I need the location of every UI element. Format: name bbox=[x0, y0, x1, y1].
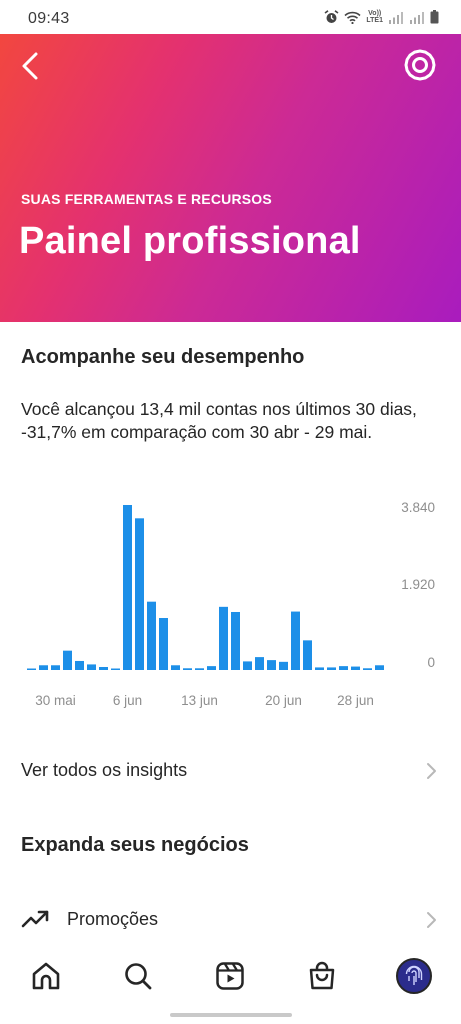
view-insights-link[interactable]: Ver todos os insights bbox=[0, 748, 461, 792]
shop-icon bbox=[309, 961, 335, 990]
trending-up-icon bbox=[21, 910, 49, 928]
chart-bar bbox=[87, 664, 96, 670]
chart-bar bbox=[243, 661, 252, 670]
chart-bar bbox=[63, 650, 72, 670]
nav-home-button[interactable] bbox=[26, 956, 66, 996]
chart-bar bbox=[27, 668, 36, 670]
promotions-link[interactable]: Promoções bbox=[0, 897, 461, 941]
chart-bar bbox=[327, 667, 336, 670]
chart-bar bbox=[99, 666, 108, 670]
reach-chart: 3.840 1.920 0 30 mai 6 jun 13 jun 20 jun 28 jun bbox=[27, 500, 435, 708]
chevron-right-icon bbox=[427, 912, 436, 928]
nav-reels-button[interactable] bbox=[210, 956, 250, 996]
chart-bar bbox=[255, 657, 264, 670]
chart-bar bbox=[123, 505, 132, 670]
chevron-left-icon bbox=[22, 52, 38, 80]
chart-bar bbox=[339, 666, 348, 670]
y-tick-label: 3.840 bbox=[401, 500, 435, 515]
chart-bar bbox=[51, 665, 60, 670]
reels-icon bbox=[216, 962, 244, 990]
volte-icon: Vo)) LTE1 bbox=[366, 10, 383, 24]
chart-bar bbox=[267, 660, 276, 670]
nav-profile-button[interactable] bbox=[394, 956, 434, 996]
business-title: Expanda seus negócios bbox=[21, 834, 249, 856]
chart-bar bbox=[279, 661, 288, 670]
status-time: 09:43 bbox=[28, 10, 70, 27]
chart-bar bbox=[375, 665, 384, 670]
x-tick-label: 13 jun bbox=[181, 693, 218, 708]
performance-title: Acompanhe seu desempenho bbox=[21, 346, 305, 368]
chart-bar bbox=[171, 665, 180, 670]
y-tick-label: 1.920 bbox=[401, 577, 435, 592]
chart-bar bbox=[183, 668, 192, 670]
chart-bar bbox=[303, 640, 312, 670]
status-icons: Vo)) LTE1 bbox=[324, 10, 439, 24]
chart-bar bbox=[147, 601, 156, 670]
chart-bar bbox=[195, 668, 204, 670]
x-tick-label: 6 jun bbox=[113, 693, 142, 708]
bottom-nav bbox=[0, 948, 461, 1004]
chart-bar bbox=[351, 666, 360, 670]
chart-bar bbox=[135, 518, 144, 670]
chart-bar bbox=[159, 618, 168, 670]
home-icon bbox=[32, 962, 60, 990]
nav-search-button[interactable] bbox=[118, 956, 158, 996]
chart-bar bbox=[111, 668, 120, 670]
x-tick-label: 28 jun bbox=[337, 693, 374, 708]
signal-icon bbox=[389, 11, 403, 24]
signal-icon bbox=[410, 11, 424, 24]
promotions-label: Promoções bbox=[67, 908, 159, 929]
chart-bar bbox=[315, 667, 324, 670]
gear-icon bbox=[404, 49, 436, 81]
back-button[interactable] bbox=[16, 48, 48, 84]
chart-bar bbox=[291, 611, 300, 670]
battery-icon bbox=[430, 10, 439, 24]
x-tick-label: 30 mai bbox=[35, 693, 76, 708]
x-tick-label: 20 jun bbox=[265, 693, 302, 708]
status-bar: 09:43 Vo)) LTE1 bbox=[0, 0, 461, 34]
nav-shop-button[interactable] bbox=[302, 956, 342, 996]
chart-bar bbox=[39, 665, 48, 670]
chart-bar bbox=[75, 660, 84, 670]
dashboard-header: SUAS FERRAMENTAS E RECURSOS Painel profi… bbox=[0, 34, 461, 322]
chevron-right-icon bbox=[427, 763, 436, 779]
y-tick-label: 0 bbox=[427, 655, 435, 670]
view-insights-label: Ver todos os insights bbox=[21, 759, 188, 780]
home-indicator bbox=[170, 1013, 292, 1017]
search-icon bbox=[125, 963, 152, 990]
chart-bar bbox=[219, 606, 228, 670]
page-title: Painel profissional bbox=[19, 220, 361, 262]
chart-bar bbox=[207, 666, 216, 670]
profile-avatar bbox=[396, 958, 432, 994]
performance-summary: Você alcançou 13,4 mil contas nos último… bbox=[21, 399, 417, 442]
settings-button[interactable] bbox=[403, 48, 437, 82]
alarm-icon bbox=[324, 10, 339, 23]
wifi-icon bbox=[344, 11, 361, 24]
header-kicker: SUAS FERRAMENTAS E RECURSOS bbox=[21, 191, 272, 207]
chart-bar bbox=[231, 611, 240, 670]
chart-bar bbox=[363, 668, 372, 670]
fingerprint-icon bbox=[405, 965, 423, 985]
